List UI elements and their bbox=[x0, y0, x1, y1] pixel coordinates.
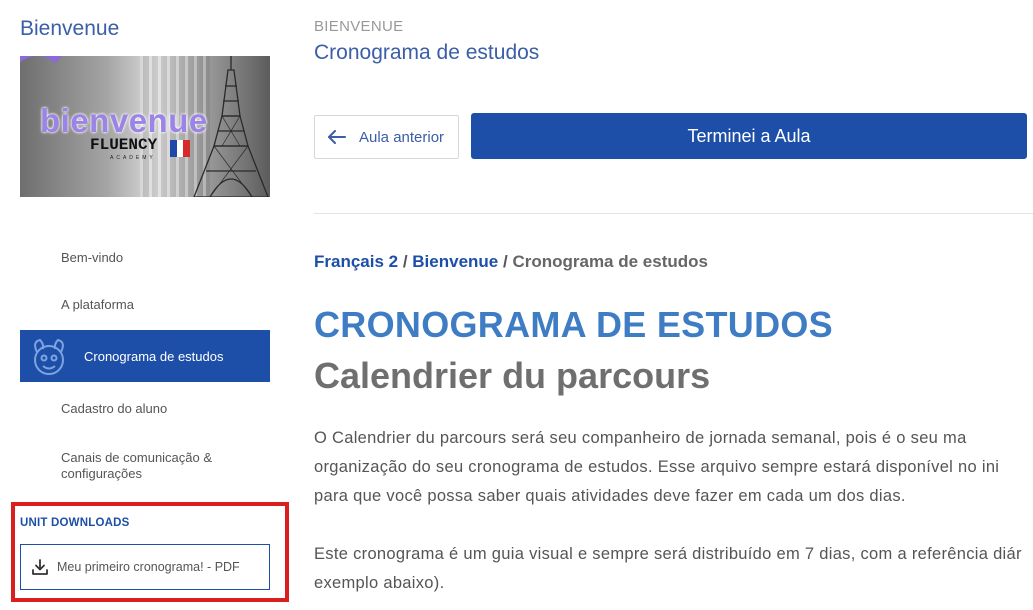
paragraph-line: O Calendrier du parcours será seu compan… bbox=[314, 429, 967, 447]
lesson-paragraph: Este cronograma é um guia visual e sempr… bbox=[314, 540, 1033, 598]
unit-downloads-heading: UNIT DOWNLOADS bbox=[20, 517, 130, 529]
paragraph-line: organização do seu cronograma de estudos… bbox=[314, 458, 1000, 476]
nav-item-label: Canais de comunicação & configurações bbox=[61, 450, 213, 481]
breadcrumb-current: Cronograma de estudos bbox=[512, 252, 708, 271]
nav-item-label: A plataforma bbox=[61, 296, 134, 312]
banner-sub: ACADEMY bbox=[110, 155, 156, 161]
nav-item-label: Bem-vindo bbox=[61, 249, 124, 265]
sidebar: Bienvenue bienvenue FLUENCY ACADEMY Bem-… bbox=[0, 0, 290, 610]
breadcrumb-separator: / bbox=[398, 252, 413, 271]
download-icon bbox=[32, 559, 48, 575]
arrow-left-icon bbox=[328, 130, 346, 144]
nav-item-bem-vindo[interactable]: Bem-vindo bbox=[20, 236, 270, 278]
breadcrumb: Français 2 / Bienvenue / Cronograma de e… bbox=[314, 252, 708, 272]
lesson-nav: Bem-vindo A plataforma Cronograma de est… bbox=[20, 236, 270, 498]
breadcrumb-separator: / bbox=[498, 252, 513, 271]
fluency-logo: FLUENCY bbox=[90, 136, 158, 154]
breadcrumb-course-link[interactable]: Français 2 bbox=[314, 252, 398, 271]
lesson-paragraph: O Calendrier du parcours será seu compan… bbox=[314, 424, 1033, 511]
nav-item-a-plataforma[interactable]: A plataforma bbox=[20, 278, 270, 330]
nav-item-canais-de-comunicacao[interactable]: Canais de comunicação & configurações bbox=[20, 434, 270, 498]
lesson-heading: CRONOGRAMA DE ESTUDOS bbox=[314, 304, 833, 345]
nav-item-cronograma-de-estudos[interactable]: Cronograma de estudos bbox=[20, 330, 270, 382]
mascot-icon bbox=[34, 338, 64, 375]
paragraph-line: exemplo abaixo). bbox=[314, 574, 445, 592]
page-title: Cronograma de estudos bbox=[314, 41, 540, 64]
nav-item-cadastro-do-aluno[interactable]: Cadastro do aluno bbox=[20, 382, 270, 434]
unit-title: Bienvenue bbox=[20, 17, 120, 40]
previous-lesson-button[interactable]: Aula anterior bbox=[314, 115, 459, 159]
nav-item-label: Cronograma de estudos bbox=[84, 348, 224, 364]
previous-lesson-label: Aula anterior bbox=[359, 128, 445, 146]
breadcrumb-unit-link[interactable]: Bienvenue bbox=[412, 252, 498, 271]
download-label: Meu primeiro cronograma! - PDF bbox=[57, 560, 240, 574]
paragraph-line: para que você possa saber quais atividad… bbox=[314, 487, 906, 505]
divider bbox=[314, 213, 1033, 214]
nav-item-label: Cadastro do aluno bbox=[61, 400, 168, 416]
banner-word: bienvenue bbox=[40, 102, 208, 139]
unit-downloads-section: UNIT DOWNLOADS Meu primeiro cronograma! … bbox=[11, 502, 289, 602]
unit-banner-image: bienvenue FLUENCY ACADEMY bbox=[20, 56, 270, 197]
lesson-subheading: Calendrier du parcours bbox=[314, 355, 711, 396]
france-flag-icon bbox=[170, 140, 191, 157]
paragraph-line: Este cronograma é um guia visual e sempr… bbox=[314, 545, 1022, 563]
finish-lesson-button[interactable]: Terminei a Aula bbox=[471, 113, 1027, 159]
lesson-content: BIENVENUE Cronograma de estudos Aula ant… bbox=[314, 0, 1033, 610]
unit-eyebrow: BIENVENUE bbox=[314, 18, 404, 35]
download-cronograma-pdf-button[interactable]: Meu primeiro cronograma! - PDF bbox=[20, 544, 270, 590]
